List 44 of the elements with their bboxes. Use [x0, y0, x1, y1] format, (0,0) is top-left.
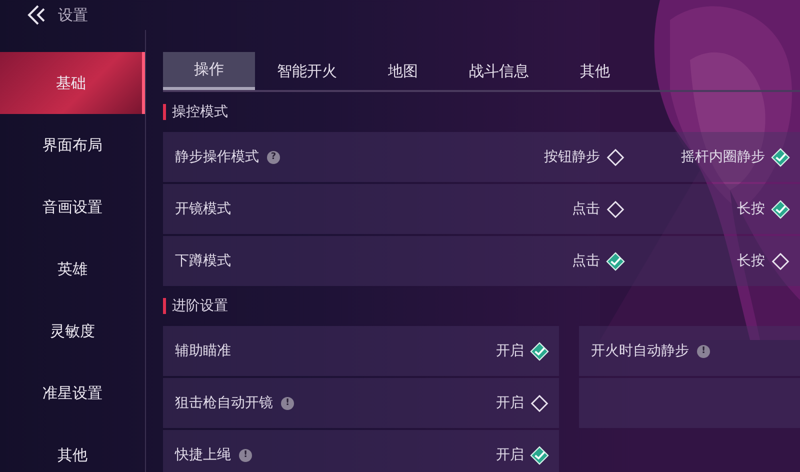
option-label: 开启: [496, 446, 524, 464]
info-icon[interactable]: ?: [267, 150, 280, 164]
info-icon[interactable]: !: [239, 448, 252, 462]
sidebar-item[interactable]: 基础: [0, 52, 145, 114]
setting-label: 下蹲模式: [175, 252, 231, 270]
option-label: 摇杆内圈静步: [681, 148, 765, 166]
diamond-checkbox[interactable]: [606, 148, 625, 166]
checked-diamond-checkbox[interactable]: [771, 200, 790, 218]
section-title: 进阶设置: [172, 297, 228, 315]
info-icon[interactable]: !: [281, 396, 294, 410]
sidebar-item[interactable]: 其他: [0, 424, 145, 472]
checked-diamond-checkbox[interactable]: [530, 342, 549, 360]
sidebar-item[interactable]: 准星设置: [0, 362, 145, 424]
option-label: 长按: [737, 200, 765, 218]
tab[interactable]: 地图: [355, 52, 451, 90]
tab[interactable]: 操作: [163, 52, 255, 90]
sidebar-item[interactable]: 界面布局: [0, 114, 145, 176]
option-label: 点击: [572, 252, 600, 270]
setting-label: 狙击枪自动开镜: [175, 394, 273, 412]
diamond-checkbox[interactable]: [771, 252, 790, 270]
info-icon[interactable]: !: [697, 344, 710, 358]
diamond-checkbox[interactable]: [530, 394, 549, 412]
checked-diamond-checkbox[interactable]: [530, 446, 549, 464]
sidebar-item[interactable]: 英雄: [0, 238, 145, 300]
setting-label: 快捷上绳: [175, 446, 231, 464]
option-label: 点击: [572, 200, 600, 218]
section-title: 操控模式: [172, 103, 228, 121]
page-title: 设置: [58, 6, 88, 24]
option-label: 按钮静步: [544, 148, 600, 166]
tab[interactable]: 其他: [547, 52, 643, 90]
option-label: 长按: [737, 252, 765, 270]
setting-label: 开镜模式: [175, 200, 231, 218]
option-label: 开启: [496, 394, 524, 412]
setting-label: 辅助瞄准: [175, 342, 231, 360]
setting-label: 静步操作模式: [175, 148, 259, 166]
sidebar-item[interactable]: 灵敏度: [0, 300, 145, 362]
diamond-checkbox[interactable]: [606, 200, 625, 218]
checked-diamond-checkbox[interactable]: [606, 252, 625, 270]
checked-diamond-checkbox[interactable]: [771, 148, 790, 166]
sidebar-item[interactable]: 音画设置: [0, 176, 145, 238]
option-label: 开启: [496, 342, 524, 360]
tab[interactable]: 智能开火: [259, 52, 355, 90]
tab[interactable]: 战斗信息: [451, 52, 547, 90]
setting-label: 开火时自动静步: [591, 342, 689, 360]
